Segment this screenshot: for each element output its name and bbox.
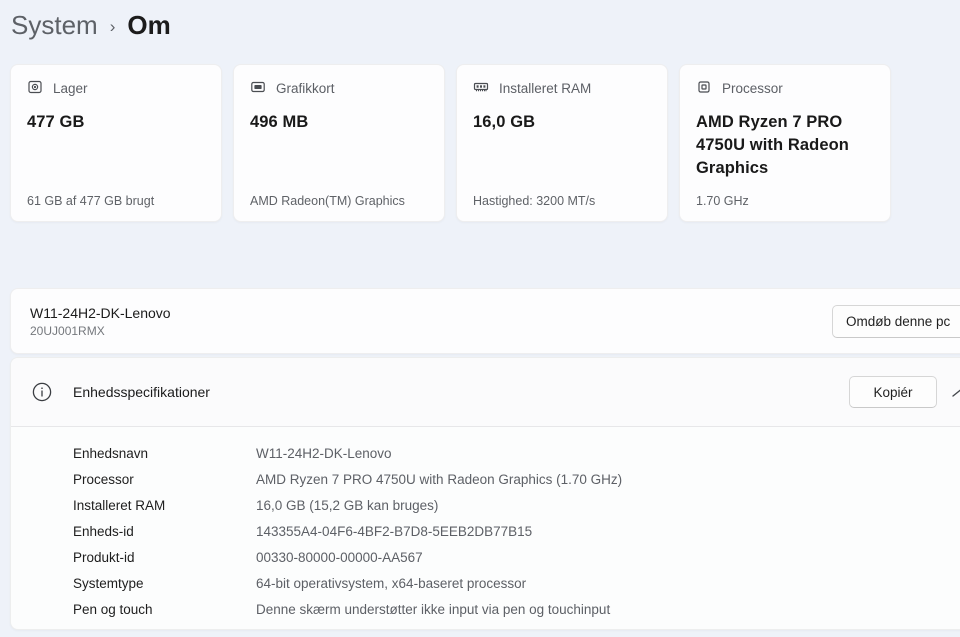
device-specs-expander: Enhedsspecifikationer Kopiér Enhedsnavn … (10, 357, 960, 630)
rename-pc-button[interactable]: Omdøb denne pc (832, 305, 960, 338)
device-name: W11-24H2-DK-Lenovo (30, 305, 960, 321)
storage-card-label: Lager (53, 81, 88, 96)
spec-value: 64-bit operativsystem, x64-baseret proce… (256, 576, 526, 591)
spec-value: 00330-80000-00000-AA567 (256, 550, 423, 565)
ram-card-label: Installeret RAM (499, 81, 591, 96)
page-title: Om (127, 10, 170, 41)
spec-label: Enhedsnavn (73, 446, 256, 461)
storage-card-value: 477 GB (27, 111, 205, 134)
processor-card-label: Processor (722, 81, 783, 96)
summary-cards: Lager 477 GB 61 GB af 477 GB brugt Grafi… (10, 64, 891, 222)
copy-button[interactable]: Kopiér (849, 376, 937, 408)
spec-row-system-type: Systemtype 64-bit operativsystem, x64-ba… (73, 570, 960, 596)
device-name-card: W11-24H2-DK-Lenovo 20UJ001RMX Omdøb denn… (10, 288, 960, 354)
spec-value: 143355A4-04F6-4BF2-B7D8-5EEB2DB77B15 (256, 524, 532, 539)
spec-row-product-id: Produkt-id 00330-80000-00000-AA567 (73, 544, 960, 570)
breadcrumb-separator-icon: › (110, 14, 116, 37)
graphics-card-label: Grafikkort (276, 81, 335, 96)
spec-row-device-name: Enhedsnavn W11-24H2-DK-Lenovo (73, 440, 960, 466)
specs-section-title: Enhedsspecifikationer (73, 384, 210, 400)
graphics-card-detail: AMD Radeon(TM) Graphics (250, 194, 405, 208)
spec-label: Systemtype (73, 576, 256, 591)
spec-label: Installeret RAM (73, 498, 256, 513)
spec-label: Enheds-id (73, 524, 256, 539)
device-specs-header[interactable]: Enhedsspecifikationer Kopiér (11, 358, 960, 427)
device-model: 20UJ001RMX (30, 324, 960, 338)
gpu-icon (250, 79, 266, 98)
spec-value: 16,0 GB (15,2 GB kan bruges) (256, 498, 438, 513)
spec-row-ram: Installeret RAM 16,0 GB (15,2 GB kan bru… (73, 492, 960, 518)
breadcrumb-system[interactable]: System (11, 10, 98, 41)
ram-card-detail: Hastighed: 3200 MT/s (473, 194, 595, 208)
spec-row-pen-touch: Pen og touch Denne skærm understøtter ik… (73, 596, 960, 622)
ram-card-value: 16,0 GB (473, 111, 651, 134)
spec-value: AMD Ryzen 7 PRO 4750U with Radeon Graphi… (256, 472, 622, 487)
ram-icon (473, 79, 489, 98)
processor-card-value: AMD Ryzen 7 PRO 4750U with Radeon Graphi… (696, 111, 874, 180)
spec-row-device-id: Enheds-id 143355A4-04F6-4BF2-B7D8-5EEB2D… (73, 518, 960, 544)
spec-value: Denne skærm understøtter ikke input via … (256, 602, 610, 617)
info-icon (32, 382, 52, 407)
storage-icon (27, 79, 43, 98)
graphics-card[interactable]: Grafikkort 496 MB AMD Radeon(TM) Graphic… (233, 64, 445, 222)
spec-label: Pen og touch (73, 602, 256, 617)
spec-row-processor: Processor AMD Ryzen 7 PRO 4750U with Rad… (73, 466, 960, 492)
spec-value: W11-24H2-DK-Lenovo (256, 446, 392, 461)
spec-label: Processor (73, 472, 256, 487)
chevron-up-icon[interactable] (951, 385, 960, 404)
storage-card[interactable]: Lager 477 GB 61 GB af 477 GB brugt (10, 64, 222, 222)
processor-card-detail: 1.70 GHz (696, 194, 749, 208)
specs-table: Enhedsnavn W11-24H2-DK-Lenovo Processor … (11, 427, 960, 622)
graphics-card-value: 496 MB (250, 111, 428, 134)
cpu-icon (696, 79, 712, 98)
breadcrumb: System › Om (11, 10, 171, 41)
processor-card[interactable]: Processor AMD Ryzen 7 PRO 4750U with Rad… (679, 64, 891, 222)
storage-card-detail: 61 GB af 477 GB brugt (27, 194, 154, 208)
spec-label: Produkt-id (73, 550, 256, 565)
ram-card[interactable]: Installeret RAM 16,0 GB Hastighed: 3200 … (456, 64, 668, 222)
